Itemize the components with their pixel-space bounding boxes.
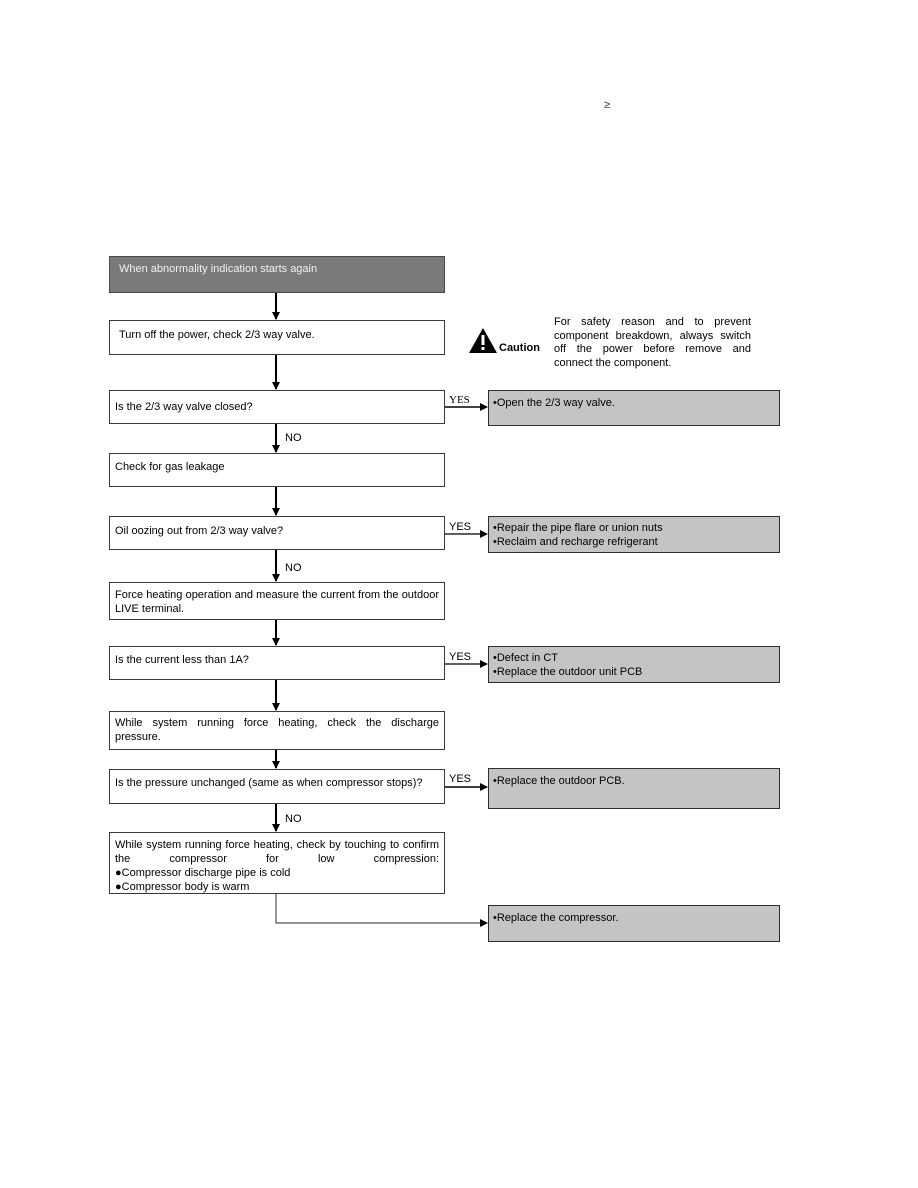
step-box-force-heating: Force heating operation and measure the …: [109, 582, 445, 620]
caution-label: Caution: [499, 342, 540, 354]
result-box-open-valve: •Open the 2/3 way valve.: [488, 390, 780, 426]
result-text: •Defect in CT: [493, 652, 558, 664]
result-box-defect-ct: •Defect in CT •Replace the outdoor unit …: [488, 646, 780, 683]
step-bullet: ●Compressor discharge pipe is cold: [115, 867, 291, 879]
yes-label: YES: [449, 651, 472, 663]
step-box-check-valve: Turn off the power, check 2/3 way valve.: [109, 320, 445, 355]
yes-label: YES: [449, 773, 472, 785]
step-text: While system running force heating, chec…: [115, 717, 439, 743]
step-bullet: ●Compressor body is warm: [115, 881, 250, 893]
result-text: •Replace the outdoor PCB.: [493, 775, 625, 787]
no-label: NO: [285, 562, 302, 574]
flow-start-box: When abnormality indication starts again: [109, 256, 445, 293]
result-box-repair-flare: •Repair the pipe flare or union nuts •Re…: [488, 516, 780, 553]
result-box-replace-compressor: •Replace the compressor.: [488, 905, 780, 942]
decision-text: Is the pressure unchanged (same as when …: [115, 777, 423, 789]
step-box-discharge-pressure: While system running force heating, chec…: [109, 711, 445, 750]
step-box-gas-leakage: Check for gas leakage: [109, 453, 445, 487]
warning-triangle-icon: [469, 328, 497, 353]
decision-text: Is the current less than 1A?: [115, 654, 249, 666]
arrow-step9-to-result: [275, 894, 488, 927]
yes-label: YES: [449, 394, 470, 406]
no-label: NO: [285, 432, 302, 444]
decision-text: Oil oozing out from 2/3 way valve?: [115, 525, 284, 537]
result-text: •Repair the pipe flare or union nuts: [493, 522, 663, 534]
result-text: •Reclaim and recharge refrigerant: [493, 536, 658, 548]
decision-text: Is the 2/3 way valve closed?: [115, 401, 253, 413]
result-text: •Replace the outdoor unit PCB: [493, 666, 643, 678]
yes-label: YES: [449, 521, 472, 533]
result-text: •Replace the compressor.: [493, 912, 619, 924]
flow-start-text: When abnormality indication starts again: [119, 263, 318, 275]
result-box-replace-outdoor-pcb: •Replace the outdoor PCB.: [488, 768, 780, 809]
no-label: NO: [285, 813, 302, 825]
caution-text: For safety reason and to prevent compone…: [554, 316, 751, 369]
decision-box-valve-closed: Is the 2/3 way valve closed?: [109, 390, 445, 424]
decision-box-pressure-unchanged: Is the pressure unchanged (same as when …: [109, 769, 445, 804]
step-text: Force heating operation and measure the …: [115, 589, 439, 615]
decision-box-oil-oozing: Oil oozing out from 2/3 way valve?: [109, 516, 445, 550]
decision-box-current: Is the current less than 1A?: [109, 646, 445, 680]
step-text: Check for gas leakage: [115, 461, 225, 473]
step-text: While system running force heating, chec…: [115, 839, 439, 865]
result-text: •Open the 2/3 way valve.: [493, 397, 615, 409]
step-box-low-compression: While system running force heating, chec…: [109, 832, 445, 894]
step-text: Turn off the power, check 2/3 way valve.: [119, 329, 315, 341]
